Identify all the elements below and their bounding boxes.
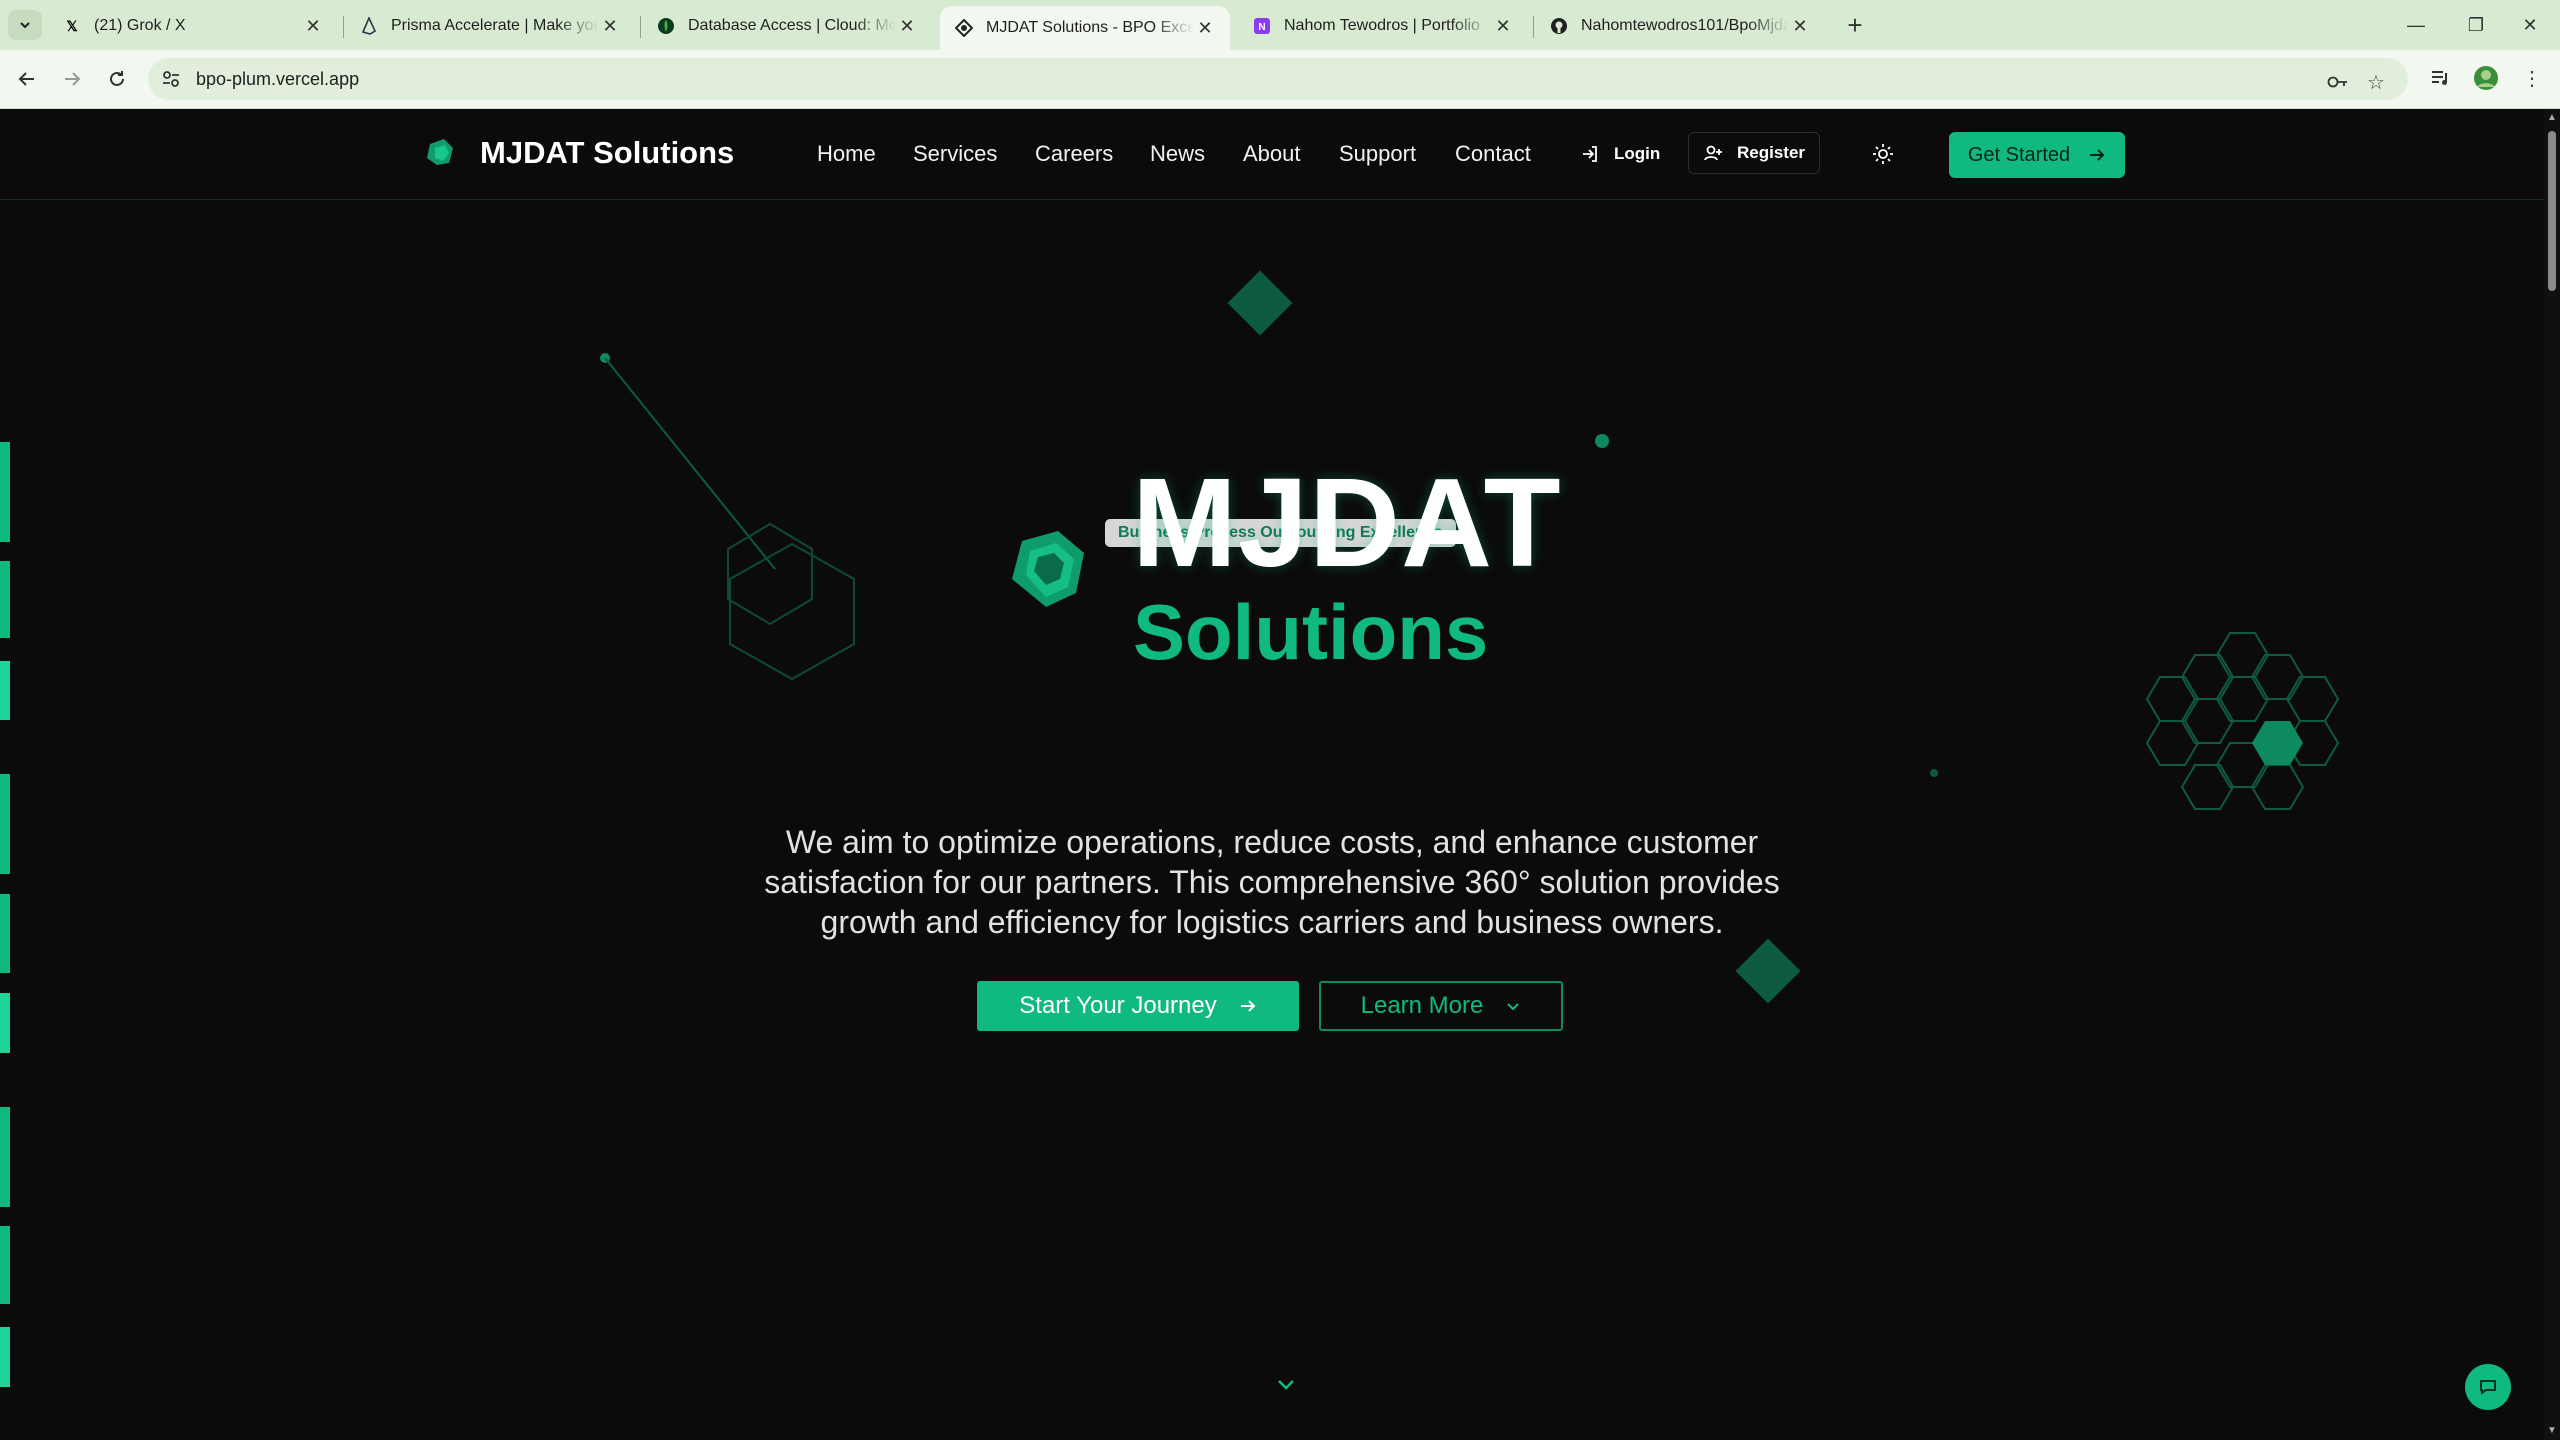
mjdat-icon: [954, 18, 974, 38]
browser-tab[interactable]: Prisma Accelerate | Make your d ✕: [345, 6, 635, 46]
hero-subtitle: Solutions: [1133, 588, 1489, 676]
left-accent-bar: [0, 894, 10, 973]
arrow-right-icon: [1240, 1000, 1256, 1012]
close-window-button[interactable]: ✕: [2500, 0, 2560, 50]
url-text: bpo-plum.vercel.app: [196, 69, 360, 89]
tab-separator: [1533, 16, 1534, 38]
scroll-up-arrow-icon[interactable]: ▲: [2547, 112, 2557, 123]
close-tab-icon[interactable]: ✕: [896, 16, 918, 37]
tab-separator: [640, 16, 641, 38]
tab-title: Nahomtewodros101/BpoMjdat: [1581, 17, 1789, 34]
browser-tab[interactable]: 𝕏 (21) Grok / X ✕: [48, 6, 338, 46]
browser-menu-icon[interactable]: ⋮: [2518, 64, 2546, 92]
start-journey-label: Start Your Journey: [1019, 992, 1217, 1019]
hero-background-decoration: [600, 270, 2340, 1004]
close-tab-icon[interactable]: ✕: [302, 16, 324, 37]
browser-tab[interactable]: Nahomtewodros101/BpoMjdat ✕: [1535, 6, 1825, 46]
start-journey-button[interactable]: Start Your Journey: [977, 981, 1299, 1031]
forward-button[interactable]: [55, 62, 89, 96]
arrow-left-icon: [18, 72, 34, 86]
tab-search-button[interactable]: [8, 10, 42, 40]
left-accent-bar: [0, 1107, 10, 1207]
browser-toolbar: bpo-plum.vercel.app ☆ ⋮: [0, 50, 2560, 109]
browser-tab[interactable]: Database Access | Cloud: Mong ✕: [642, 6, 932, 46]
left-accent-bar: [0, 442, 10, 542]
portfolio-icon: N: [1252, 16, 1272, 36]
tab-title: MJDAT Solutions - BPO Excellen: [986, 19, 1194, 36]
page-scrollbar[interactable]: ▲ ▼: [2544, 109, 2560, 1440]
back-button[interactable]: [10, 62, 44, 96]
tab-title: (21) Grok / X: [94, 17, 186, 34]
chat-widget-button[interactable]: [2465, 1364, 2511, 1410]
hero-title: MJDAT: [1132, 452, 1562, 593]
hero-description: We aim to optimize operations, reduce co…: [764, 824, 1780, 940]
left-accent-bar: [0, 774, 10, 874]
browser-tab-strip: 𝕏 (21) Grok / X ✕ Prisma Accelerate | Ma…: [0, 0, 2560, 50]
learn-more-label: Learn More: [1360, 992, 1484, 1019]
browser-tab-active[interactable]: MJDAT Solutions - BPO Excellen ✕: [940, 6, 1230, 50]
browser-tab[interactable]: N Nahom Tewodros | Portfolio ✕: [1238, 6, 1528, 46]
close-tab-icon[interactable]: ✕: [1789, 16, 1811, 37]
left-accent-bar: [0, 993, 10, 1053]
site-settings-icon[interactable]: [160, 68, 182, 90]
close-tab-icon[interactable]: ✕: [1194, 18, 1216, 39]
arrow-right-icon: [65, 72, 81, 86]
close-tab-icon[interactable]: ✕: [1492, 16, 1514, 37]
scrollbar-thumb[interactable]: [2548, 131, 2556, 291]
left-accent-bar: [0, 561, 10, 638]
prisma-icon: [359, 16, 379, 36]
chevron-down-icon: [1507, 1003, 1520, 1011]
restore-button[interactable]: ❐: [2446, 0, 2506, 50]
profile-avatar[interactable]: [2472, 64, 2500, 92]
tab-separator: [343, 16, 344, 38]
left-accent-bar: [0, 1327, 10, 1387]
tab-title: Prisma Accelerate | Make your d: [391, 17, 599, 34]
reload-icon: [110, 71, 124, 86]
chevron-down-icon: [20, 22, 30, 29]
address-bar[interactable]: bpo-plum.vercel.app ☆: [148, 58, 2408, 100]
media-controls-icon[interactable]: [2426, 64, 2454, 92]
minimize-button[interactable]: —: [2386, 0, 2446, 50]
mongodb-leaf-icon: [656, 16, 676, 36]
password-key-icon[interactable]: [2324, 68, 2352, 96]
web-page: MJDAT Solutions Home Services Careers Ne…: [0, 109, 2544, 1440]
left-accent-bar: [0, 661, 10, 720]
x-logo-icon: 𝕏: [66, 17, 78, 34]
scroll-down-arrow-icon[interactable]: ▼: [2547, 1425, 2557, 1436]
learn-more-button[interactable]: Learn More: [1319, 981, 1563, 1031]
tab-title: Nahom Tewodros | Portfolio: [1284, 17, 1480, 34]
github-icon: [1549, 16, 1569, 36]
left-accent-bar: [0, 1226, 10, 1304]
svg-text:N: N: [1258, 22, 1265, 33]
chat-bubble-icon: [2480, 1380, 2496, 1395]
close-tab-icon[interactable]: ✕: [599, 16, 621, 37]
bookmark-star-icon[interactable]: ☆: [2362, 68, 2390, 96]
scroll-down-chevron-icon[interactable]: [1274, 1372, 1298, 1396]
tab-title: Database Access | Cloud: Mong: [688, 17, 896, 34]
new-tab-button[interactable]: +: [1840, 10, 1870, 40]
reload-button[interactable]: [100, 62, 134, 96]
hero-logo-icon: [1012, 531, 1084, 607]
